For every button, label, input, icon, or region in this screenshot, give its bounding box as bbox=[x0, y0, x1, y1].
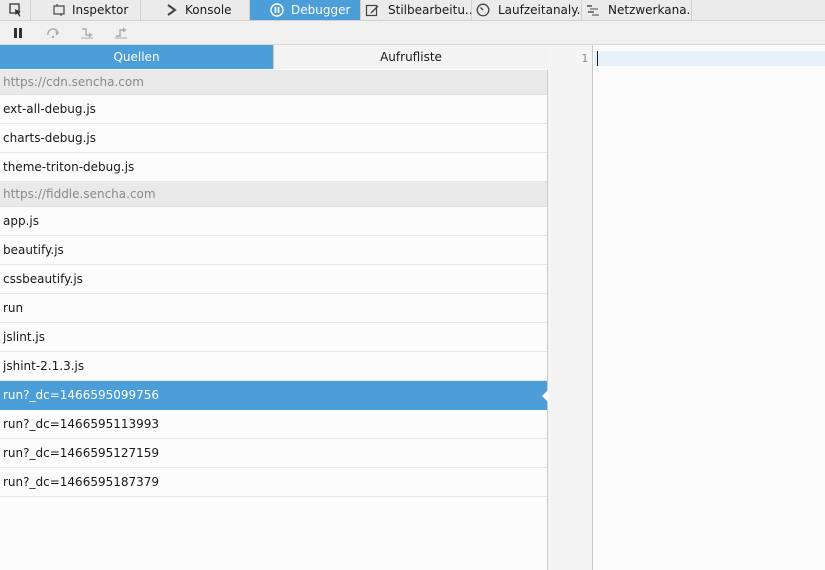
source-item[interactable]: theme-triton-debug.js bbox=[0, 153, 547, 182]
tab-performance[interactable]: Laufzeitanaly... bbox=[472, 0, 582, 20]
sidebar-tabs: Quellen Aufrufliste bbox=[0, 45, 548, 69]
source-item[interactable]: ext-all-debug.js bbox=[0, 95, 547, 124]
sources-list: https://cdn.sencha.com ext-all-debug.js … bbox=[0, 70, 548, 570]
source-item[interactable]: jslint.js bbox=[0, 323, 547, 352]
pause-icon bbox=[14, 28, 22, 38]
element-picker-icon bbox=[9, 3, 21, 17]
tab-label: Debugger bbox=[291, 3, 351, 17]
tab-label: Stilbearbeitu... bbox=[388, 3, 472, 17]
source-item[interactable]: run?_dc=1466595187379 bbox=[0, 468, 547, 497]
console-icon bbox=[167, 4, 177, 16]
tab-label: Netzwerkana... bbox=[608, 3, 692, 17]
step-out-icon bbox=[115, 27, 127, 39]
source-item[interactable]: app.js bbox=[0, 207, 547, 236]
pause-button[interactable] bbox=[6, 23, 32, 43]
tab-debugger[interactable]: Debugger bbox=[250, 0, 361, 20]
source-item[interactable]: charts-debug.js bbox=[0, 124, 547, 153]
tab-label: Laufzeitanaly... bbox=[498, 3, 582, 17]
performance-icon bbox=[476, 3, 490, 17]
line-number-gutter[interactable]: 1 bbox=[548, 45, 593, 570]
tab-sources[interactable]: Quellen bbox=[0, 45, 273, 69]
source-editor[interactable]: 1 bbox=[548, 45, 825, 570]
tab-console[interactable]: Konsole bbox=[141, 0, 250, 20]
element-picker-button[interactable] bbox=[0, 0, 31, 20]
step-in-button[interactable] bbox=[74, 23, 100, 43]
line-number: 1 bbox=[581, 52, 588, 65]
tab-network[interactable]: Netzwerkana... bbox=[582, 0, 692, 20]
source-item[interactable]: run?_dc=1466595113993 bbox=[0, 410, 547, 439]
tab-label: Konsole bbox=[185, 3, 232, 17]
source-item[interactable]: run?_dc=1466595127159 bbox=[0, 439, 547, 468]
step-over-icon bbox=[47, 28, 59, 39]
tab-label: Inspektor bbox=[72, 3, 129, 17]
source-item[interactable]: jshint-2.1.3.js bbox=[0, 352, 547, 381]
step-over-button[interactable] bbox=[40, 23, 66, 43]
debugger-toolbar bbox=[0, 21, 825, 45]
debugger-pause-icon bbox=[270, 3, 284, 17]
step-in-icon bbox=[81, 28, 93, 39]
toolbox-tabbar: Inspektor Konsole Debugger Stilbearbeitu… bbox=[0, 0, 825, 21]
inspector-icon bbox=[53, 4, 65, 16]
current-line-highlight bbox=[594, 51, 825, 66]
source-group-header: https://fiddle.sencha.com bbox=[0, 182, 547, 207]
tab-inspector[interactable]: Inspektor bbox=[31, 0, 141, 20]
source-item[interactable]: run bbox=[0, 294, 547, 323]
source-item-selected[interactable]: run?_dc=1466595099756 bbox=[0, 381, 548, 410]
tab-callstack[interactable]: Aufrufliste bbox=[273, 45, 548, 69]
source-group-header: https://cdn.sencha.com bbox=[0, 70, 547, 95]
tab-style-editor[interactable]: Stilbearbeitu... bbox=[361, 0, 472, 20]
source-item[interactable]: cssbeautify.js bbox=[0, 265, 547, 294]
step-out-button[interactable] bbox=[108, 23, 134, 43]
style-editor-icon bbox=[365, 4, 379, 17]
network-icon bbox=[587, 5, 599, 16]
text-cursor bbox=[597, 51, 598, 66]
source-item[interactable]: beautify.js bbox=[0, 236, 547, 265]
